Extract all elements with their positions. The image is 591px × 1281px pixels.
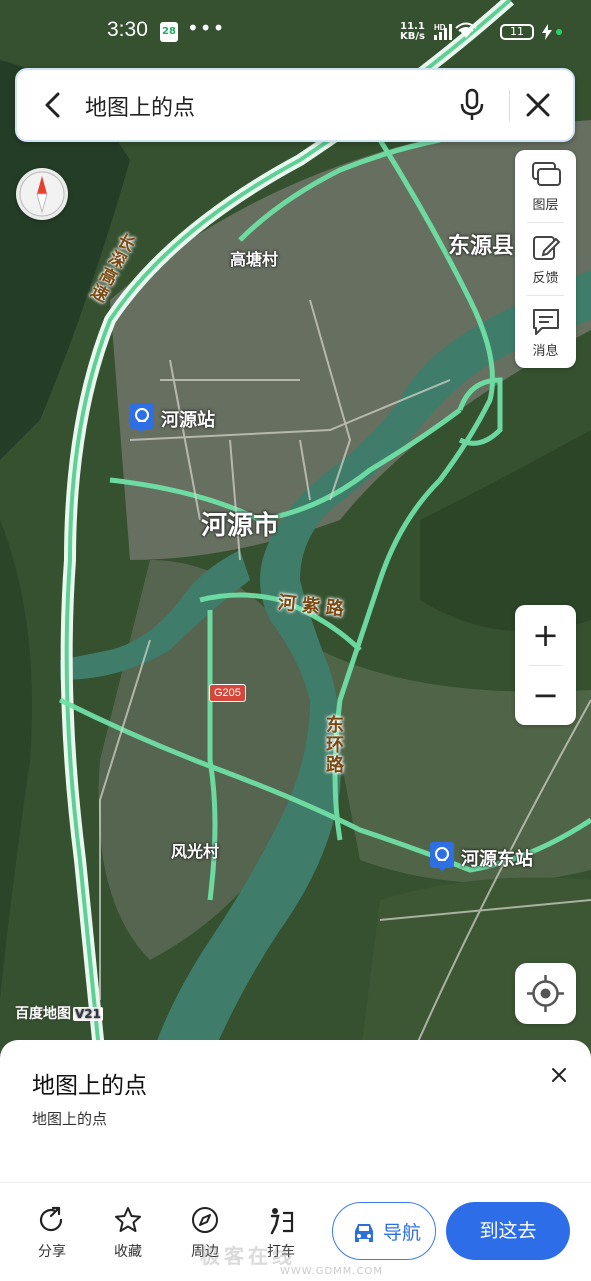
road-label-donghuan[interactable]: 东环路 (320, 715, 346, 775)
feedback-edit-icon (533, 236, 561, 260)
zoom-control: + − (515, 605, 576, 725)
charging-icon (542, 24, 552, 40)
message-icon (533, 309, 559, 335)
favorite-label: 收藏 (114, 1244, 142, 1260)
more-notifications-icon: ••• (187, 16, 226, 40)
road-shield-g205[interactable]: G205 (209, 684, 246, 702)
network-speed: 11.1 KB/s (400, 22, 425, 42)
satellite-map[interactable] (0, 0, 591, 1060)
label-gaotang-village[interactable]: 高塘村 (230, 246, 278, 270)
place-title: 地图上的点 (32, 1073, 147, 1099)
map-brand-watermark: 百度地图 V21 (15, 1003, 103, 1023)
status-bar: 3:30 28 ••• 11.1 KB/s HD 11 (0, 0, 591, 64)
search-query[interactable]: 地图上的点 (85, 90, 195, 122)
taxi-icon (270, 1208, 294, 1235)
train-station-icon (130, 403, 154, 433)
close-icon[interactable] (523, 90, 553, 120)
navigate-label: 导航 (383, 1222, 422, 1244)
feedback-label: 反馈 (532, 271, 559, 286)
zoom-in-button[interactable]: + (515, 605, 576, 665)
train-station-icon (430, 842, 454, 872)
station-heyuan-label: 河源站 (161, 410, 215, 431)
favorite-button[interactable]: 收藏 (98, 1205, 158, 1261)
label-dongyuan-county[interactable]: 东源县 (448, 228, 514, 260)
messages-button[interactable]: 消息 (515, 296, 576, 368)
compass-nearby-icon (192, 1207, 218, 1233)
station-heyuan-east-label: 河源东站 (461, 849, 533, 870)
cellular-signal-icon: HD (434, 22, 477, 40)
map-tools-panel: 图层 反馈 消息 (515, 150, 576, 368)
share-label: 分享 (38, 1244, 66, 1260)
site-watermark: 极客在线 (200, 1244, 296, 1268)
compass-button[interactable] (16, 168, 68, 220)
layers-button[interactable]: 图层 (515, 150, 576, 222)
layers-icon (532, 162, 561, 186)
search-bar[interactable]: 地图上的点 (15, 68, 575, 142)
map-version: V21 (73, 1007, 103, 1021)
map-brand: 百度地图 (15, 1006, 71, 1022)
car-icon (355, 1224, 373, 1242)
share-button[interactable]: 分享 (22, 1205, 82, 1261)
label-fengguang-village[interactable]: 风光村 (171, 838, 219, 862)
layers-label: 图层 (532, 198, 559, 213)
network-speed-unit: KB/s (400, 31, 425, 42)
share-icon (39, 1206, 63, 1232)
search-divider (509, 90, 510, 122)
status-time: 3:30 (107, 18, 148, 41)
close-sheet-icon[interactable] (548, 1064, 570, 1086)
navigate-button[interactable]: 导航 (332, 1202, 436, 1260)
zoom-out-button[interactable]: − (515, 665, 576, 725)
messages-label: 消息 (532, 344, 559, 359)
microphone-icon[interactable] (457, 88, 487, 122)
status-dot (556, 29, 562, 35)
locate-me-button[interactable] (515, 963, 576, 1024)
feedback-button[interactable]: 反馈 (515, 223, 576, 295)
compass-icon (19, 171, 65, 217)
calendar-icon: 28 (160, 22, 178, 42)
label-heyuan-city[interactable]: 河源市 (201, 505, 279, 542)
location-target-icon (527, 975, 564, 1012)
go-here-button[interactable]: 到这去 (446, 1202, 570, 1260)
battery-icon: 11 (500, 24, 534, 40)
place-subtitle: 地图上的点 (32, 1110, 108, 1128)
site-watermark-url: WWW.GDMM.COM (280, 1266, 384, 1277)
star-icon (115, 1207, 141, 1232)
back-arrow-icon[interactable] (39, 90, 69, 120)
